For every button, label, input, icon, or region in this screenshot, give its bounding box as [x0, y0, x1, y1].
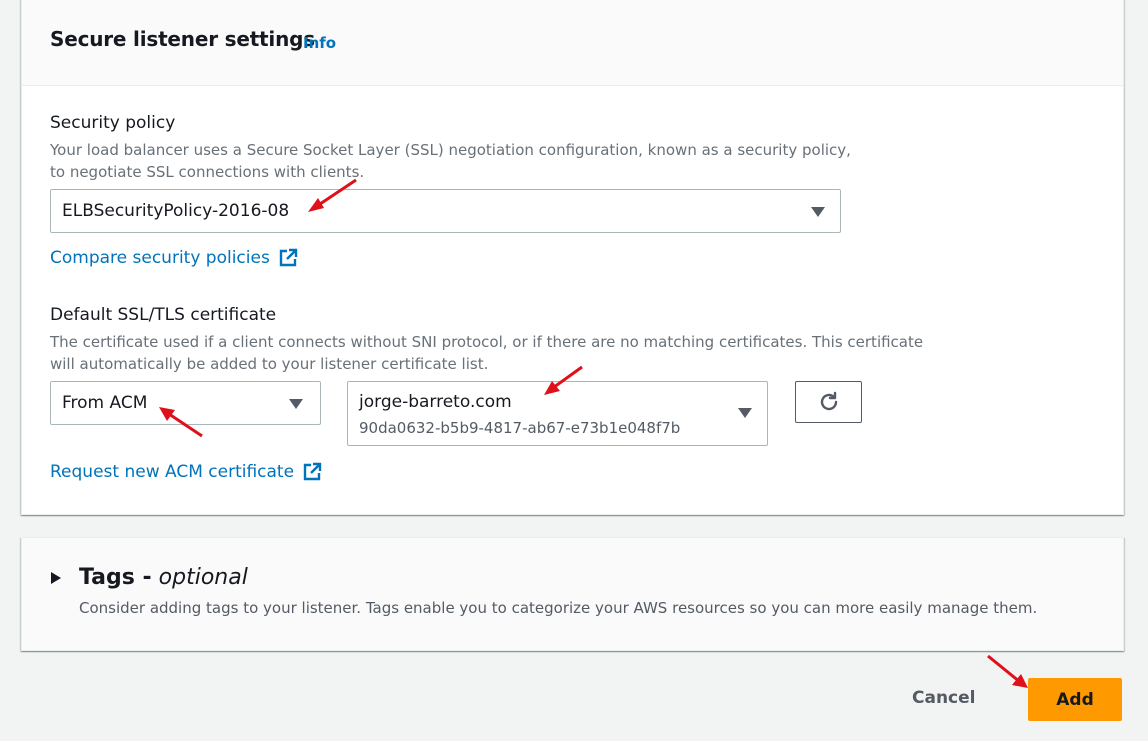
- external-link-icon: [279, 248, 298, 267]
- tags-title-bold: Tags -: [79, 565, 152, 590]
- panel-header: Secure listener settings Info: [22, 0, 1123, 86]
- certificate-description-line1: The certificate used if a client connect…: [50, 333, 924, 351]
- refresh-icon: [820, 391, 837, 411]
- certificate-description-line2: will automatically be added to your list…: [50, 355, 489, 373]
- compare-security-policies-link[interactable]: Compare security policies: [50, 248, 298, 268]
- refresh-certificates-button[interactable]: [795, 381, 862, 423]
- certificate-name: jorge-barreto.com: [359, 392, 512, 412]
- compare-link-label: Compare security policies: [50, 248, 270, 268]
- annotation-arrow-icon: [544, 365, 583, 395]
- caret-down-icon: [738, 408, 752, 418]
- caret-down-icon: [811, 207, 825, 217]
- cancel-button[interactable]: Cancel: [912, 688, 975, 708]
- annotation-arrow-icon: [308, 178, 357, 212]
- caret-down-icon: [289, 399, 303, 409]
- tags-panel: Tags - optional Consider adding tags to …: [21, 537, 1124, 651]
- security-policy-value: ELBSecurityPolicy-2016-08: [62, 201, 290, 221]
- external-link-icon: [303, 462, 322, 481]
- security-policy-select[interactable]: ELBSecurityPolicy-2016-08: [50, 189, 841, 233]
- info-link[interactable]: Info: [303, 34, 336, 52]
- annotation-arrow-icon: [159, 407, 203, 438]
- annotation-arrow-icon: [987, 654, 1028, 688]
- add-button[interactable]: Add: [1028, 678, 1122, 721]
- security-policy-description-line1: Your load balancer uses a Secure Socket …: [50, 141, 851, 159]
- certificate-source-value: From ACM: [62, 393, 148, 413]
- panel-title: Secure listener settings: [50, 27, 315, 51]
- tags-title[interactable]: Tags - optional: [79, 565, 248, 590]
- tags-title-optional: optional: [158, 565, 248, 590]
- security-policy-label: Security policy: [50, 113, 176, 133]
- certificate-id: 90da0632-b5b9-4817-ab67-e73b1e048f7b: [359, 419, 681, 437]
- request-acm-certificate-link[interactable]: Request new ACM certificate: [50, 462, 322, 482]
- tags-description: Consider adding tags to your listener. T…: [79, 599, 1038, 617]
- certificate-label: Default SSL/TLS certificate: [50, 305, 277, 325]
- request-link-label: Request new ACM certificate: [50, 462, 295, 482]
- expand-caret-icon[interactable]: [51, 572, 61, 584]
